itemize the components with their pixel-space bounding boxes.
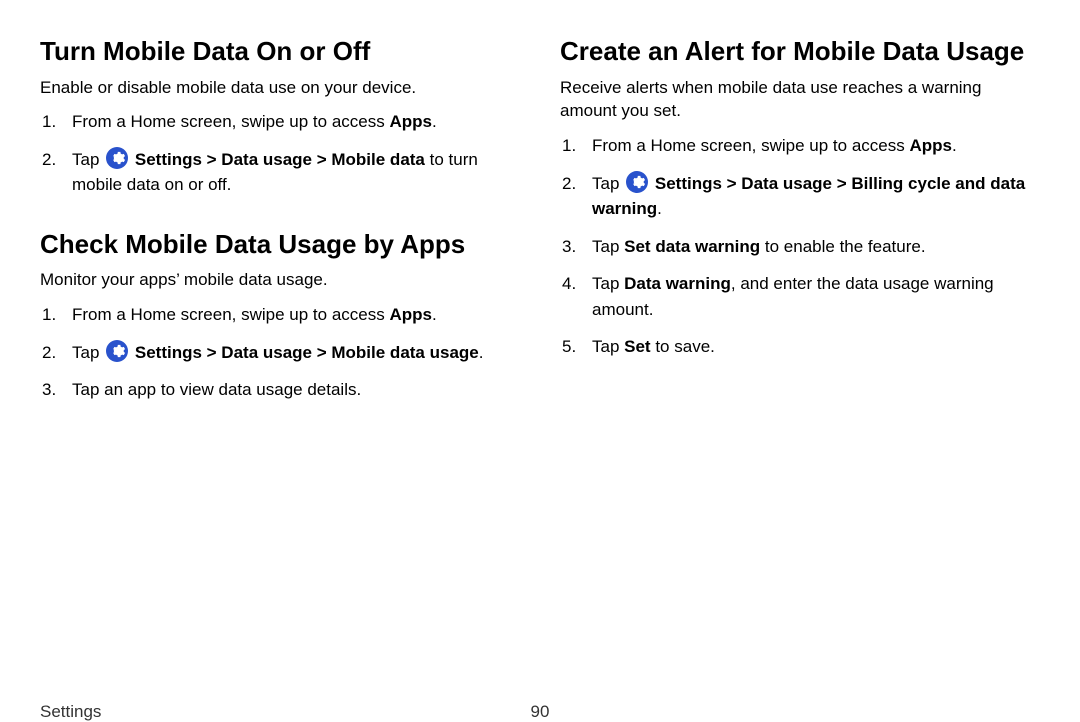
step-text: Tap: [592, 337, 624, 356]
steps-list: From a Home screen, swipe up to access A…: [560, 133, 1040, 360]
step-text: .: [432, 112, 437, 131]
step-item: Tap Settings > Data usage > Mobile data …: [40, 147, 520, 198]
intro-text: Enable or disable mobile data use on you…: [40, 76, 520, 100]
bold-text: Apps: [909, 136, 952, 155]
footer-section-label: Settings: [40, 702, 101, 722]
step-item: Tap Settings > Data usage > Mobile data …: [40, 340, 520, 366]
left-column: Turn Mobile Data On or Off Enable or dis…: [40, 35, 520, 433]
step-text: From a Home screen, swipe up to access: [592, 136, 909, 155]
intro-text: Receive alerts when mobile data use reac…: [560, 76, 1040, 124]
settings-gear-icon: [106, 340, 128, 362]
section-check-data-usage: Check Mobile Data Usage by Apps Monitor …: [40, 228, 520, 403]
step-text: Tap: [592, 174, 624, 193]
bold-text: Data warning: [624, 274, 731, 293]
right-column: Create an Alert for Mobile Data Usage Re…: [560, 35, 1040, 433]
settings-gear-icon: [106, 147, 128, 169]
step-text: to save.: [651, 337, 715, 356]
heading-turn-mobile-data: Turn Mobile Data On or Off: [40, 35, 520, 68]
step-text: Tap: [592, 274, 624, 293]
bold-path: Settings > Data usage > Mobile data usag…: [130, 343, 479, 362]
bold-text: Apps: [389, 112, 432, 131]
bold-path: Settings > Data usage > Mobile data: [130, 150, 425, 169]
footer-page-number: 90: [531, 702, 550, 722]
step-text: Tap: [72, 343, 104, 362]
heading-create-alert: Create an Alert for Mobile Data Usage: [560, 35, 1040, 68]
step-text: From a Home screen, swipe up to access: [72, 305, 389, 324]
step-text: From a Home screen, swipe up to access: [72, 112, 389, 131]
bold-text: Set: [624, 337, 650, 356]
step-item: From a Home screen, swipe up to access A…: [40, 109, 520, 135]
step-text: .: [657, 199, 662, 218]
step-item: Tap Data warning, and enter the data usa…: [560, 271, 1040, 322]
step-text: Tap: [72, 150, 104, 169]
step-text: .: [432, 305, 437, 324]
step-text: .: [479, 343, 484, 362]
step-text: to enable the feature.: [760, 237, 925, 256]
step-item: Tap Set data warning to enable the featu…: [560, 234, 1040, 260]
steps-list: From a Home screen, swipe up to access A…: [40, 302, 520, 403]
section-create-alert: Create an Alert for Mobile Data Usage Re…: [560, 35, 1040, 360]
bold-text: Apps: [389, 305, 432, 324]
steps-list: From a Home screen, swipe up to access A…: [40, 109, 520, 198]
step-item: From a Home screen, swipe up to access A…: [560, 133, 1040, 159]
step-item: From a Home screen, swipe up to access A…: [40, 302, 520, 328]
step-item: Tap an app to view data usage details.: [40, 377, 520, 403]
intro-text: Monitor your apps’ mobile data usage.: [40, 268, 520, 292]
step-item: Tap Settings > Data usage > Billing cycl…: [560, 171, 1040, 222]
section-turn-mobile-data: Turn Mobile Data On or Off Enable or dis…: [40, 35, 520, 198]
settings-gear-icon: [626, 171, 648, 193]
step-item: Tap Set to save.: [560, 334, 1040, 360]
step-text: .: [952, 136, 957, 155]
bold-text: Set data warning: [624, 237, 760, 256]
heading-check-data-usage: Check Mobile Data Usage by Apps: [40, 228, 520, 261]
step-text: Tap: [592, 237, 624, 256]
